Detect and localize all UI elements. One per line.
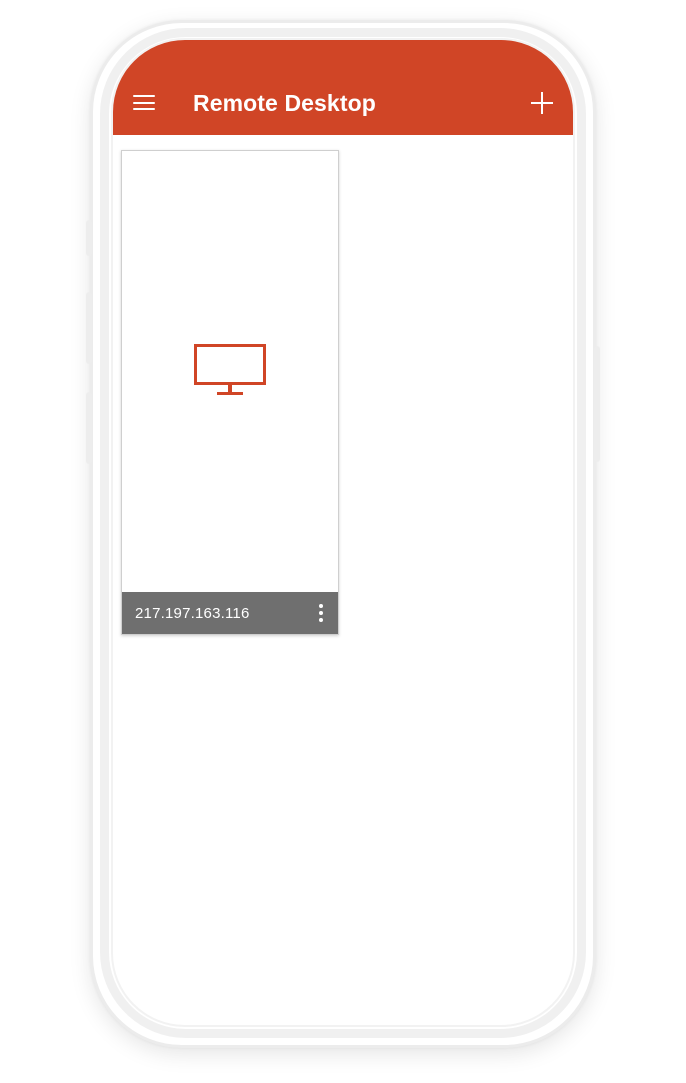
hamburger-menu-icon[interactable] [133, 95, 155, 111]
connection-tile[interactable]: 217.197.163.116 [121, 150, 339, 635]
app-screen: Remote Desktop 217.197.163.116 [113, 40, 573, 1025]
connection-tile-footer: 217.197.163.116 [122, 592, 338, 634]
monitor-icon [194, 344, 266, 395]
phone-side-button [86, 292, 92, 364]
phone-side-button [86, 220, 92, 256]
more-vertical-icon[interactable] [316, 602, 326, 624]
app-title: Remote Desktop [193, 90, 376, 116]
phone-side-button [86, 392, 92, 464]
device-mockup: Remote Desktop 217.197.163.116 [0, 0, 686, 1083]
connection-label: 217.197.163.116 [135, 605, 250, 622]
plus-icon[interactable] [531, 92, 553, 114]
app-bar: Remote Desktop [113, 40, 573, 135]
phone-side-button [594, 346, 600, 462]
